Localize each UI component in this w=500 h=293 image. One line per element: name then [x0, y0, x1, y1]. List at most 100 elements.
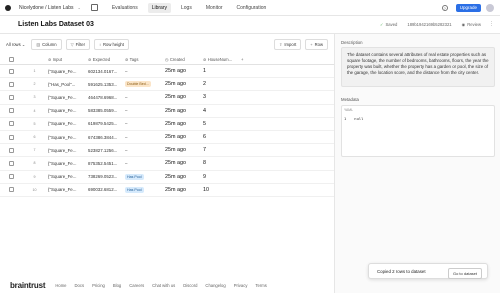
row-checkbox[interactable] — [9, 134, 14, 140]
review-button[interactable]: Review — [467, 22, 481, 27]
table-row[interactable]: 10 {"Square_Fe... 690032.6812... Has Poo… — [0, 184, 334, 197]
column-header-expected[interactable]: ⊘ Expected — [86, 57, 123, 62]
help-icon[interactable]: ? — [441, 4, 448, 11]
cell-tags[interactable]: – — [123, 161, 162, 166]
upgrade-button[interactable]: Upgrade — [455, 3, 481, 12]
avatar[interactable] — [486, 3, 494, 12]
cell-expected[interactable]: 523827.1256... — [86, 148, 123, 153]
home-icon[interactable] — [90, 4, 98, 11]
cell-tags[interactable]: Double Bed... — [123, 81, 162, 88]
footer-link-discord[interactable]: Discord — [183, 283, 197, 288]
cell-housenum[interactable]: 4 — [199, 108, 239, 114]
cell-housenum[interactable]: 5 — [199, 121, 239, 127]
cell-expected[interactable]: 674386.3844... — [86, 135, 123, 140]
table-row[interactable]: 2 {"Has_Pool"... 591625.1353... Double B… — [0, 78, 334, 92]
row-checkbox[interactable] — [9, 68, 14, 74]
cell-housenum[interactable]: 10 — [199, 187, 239, 193]
column-header-created[interactable]: ◷ Created — [162, 57, 199, 62]
select-all-cell[interactable] — [0, 57, 23, 62]
cell-housenum[interactable]: 8 — [199, 160, 239, 166]
cell-expected[interactable]: 619879.5425... — [86, 121, 123, 126]
table-row[interactable]: 7 {"Square_Fe... 523827.1256... – 25m ag… — [0, 144, 334, 158]
cell-housenum[interactable]: 1 — [199, 68, 239, 74]
logo-icon[interactable] — [5, 4, 11, 11]
more-options-icon[interactable]: ⋮ — [489, 21, 494, 27]
cell-housenum[interactable]: 6 — [199, 134, 239, 140]
row-select-cell[interactable] — [0, 160, 23, 166]
cell-input[interactable]: {"Square_Fe... — [46, 148, 86, 153]
table-row[interactable]: 9 {"Square_Fe... 738269.0523... Has Pool… — [0, 171, 334, 184]
rows-filter-select[interactable]: All rows ⌄ — [6, 42, 25, 47]
footer-link-careers[interactable]: Careers — [129, 283, 144, 288]
row-height-button[interactable]: ↕ Row height — [93, 39, 129, 50]
cell-input[interactable]: {"Square_Fe... — [46, 121, 86, 126]
table-row[interactable]: 1 {"Square_Fe... 602134.0167... – 25m ag… — [0, 65, 334, 79]
tag-badge[interactable]: Double Bed... — [125, 81, 151, 88]
row-checkbox[interactable] — [9, 121, 14, 127]
footer-link-docs[interactable]: Docs — [75, 283, 85, 288]
add-column-icon[interactable]: + — [239, 57, 259, 62]
table-row[interactable]: 8 {"Square_Fe... 875352.5451... – 25m ag… — [0, 157, 334, 171]
row-checkbox[interactable] — [9, 81, 14, 87]
footer-link-changelog[interactable]: Changelog — [205, 283, 225, 288]
table-row[interactable]: 5 {"Square_Fe... 619879.5425... – 25m ag… — [0, 118, 334, 131]
footer-brand-logo[interactable]: braintrust — [10, 281, 46, 290]
tab-monitor[interactable]: Monitor — [202, 3, 227, 13]
row-select-cell[interactable] — [0, 81, 23, 87]
column-header-tags[interactable]: ⊘ Tags — [123, 57, 162, 62]
cell-tags[interactable]: Has Pool — [123, 186, 162, 193]
metadata-editor[interactable]: YAML 1 null — [341, 105, 495, 157]
footer-link-terms[interactable]: Terms — [255, 283, 266, 288]
row-checkbox[interactable] — [9, 108, 14, 114]
row-checkbox[interactable] — [9, 174, 14, 180]
footer-link-pricing[interactable]: Pricing — [92, 283, 105, 288]
cell-tags[interactable]: – — [123, 148, 162, 153]
org-switcher[interactable]: Nicelydone / Listen Labs — [19, 5, 73, 11]
cell-tags[interactable]: – — [123, 69, 162, 74]
import-button[interactable]: ⇪ Import — [274, 39, 302, 50]
row-select-cell[interactable] — [0, 108, 23, 114]
dataset-id[interactable]: 189b1942169b5282321 — [407, 22, 451, 27]
row-checkbox[interactable] — [9, 147, 14, 153]
cell-tags[interactable]: – — [123, 95, 162, 100]
footer-link-blog[interactable]: Blog — [113, 283, 121, 288]
cell-tags[interactable]: Has Pool — [123, 173, 162, 180]
cell-housenum[interactable]: 9 — [199, 174, 239, 180]
cell-input[interactable]: {"Square_Fe... — [46, 187, 86, 192]
select-all-checkbox[interactable] — [9, 57, 14, 62]
footer-link-home[interactable]: Home — [55, 283, 66, 288]
tab-evaluations[interactable]: Evaluations — [108, 3, 142, 13]
cell-input[interactable]: {"Square_Fe... — [46, 161, 86, 166]
row-checkbox[interactable] — [9, 94, 14, 100]
filter-button[interactable]: ▽ Filter — [65, 39, 90, 50]
cell-input[interactable]: {"Square_Fe... — [46, 95, 86, 100]
row-select-cell[interactable] — [0, 174, 23, 180]
cell-housenum[interactable]: 7 — [199, 147, 239, 153]
tab-library[interactable]: Library — [147, 2, 171, 13]
row-select-cell[interactable] — [0, 94, 23, 100]
row-checkbox[interactable] — [9, 187, 14, 193]
row-checkbox[interactable] — [9, 160, 14, 166]
cell-housenum[interactable]: 3 — [199, 94, 239, 100]
table-row[interactable]: 6 {"Square_Fe... 674386.3844... – 25m ag… — [0, 131, 334, 145]
tag-badge[interactable]: Has Pool — [125, 186, 144, 193]
tab-logs[interactable]: Logs — [177, 3, 196, 13]
cell-tags[interactable]: – — [123, 121, 162, 126]
cell-expected[interactable]: 583385.0559... — [86, 108, 123, 113]
cell-input[interactable]: {"Has_Pool"... — [46, 82, 86, 87]
row-select-cell[interactable] — [0, 134, 23, 140]
cell-tags[interactable]: – — [123, 135, 162, 140]
cell-expected[interactable]: 464478.6968... — [86, 95, 123, 100]
go-to-dataset-button[interactable]: Go to dataset — [447, 267, 482, 279]
cell-expected[interactable]: 591625.1353... — [86, 82, 123, 87]
cell-input[interactable]: {"Square_Fe... — [46, 108, 86, 113]
cell-expected[interactable]: 690032.6812... — [86, 187, 123, 192]
footer-link-privacy[interactable]: Privacy — [234, 283, 248, 288]
cell-expected[interactable]: 602134.0167... — [86, 69, 123, 74]
column-header-housenum[interactable]: ⊘ HouseNum... — [199, 57, 239, 62]
cell-input[interactable]: {"Square_Fe... — [46, 174, 86, 179]
row-select-cell[interactable] — [0, 68, 23, 74]
chevron-down-icon[interactable]: ⌄ — [77, 5, 80, 10]
table-row[interactable]: 4 {"Square_Fe... 583385.0559... – 25m ag… — [0, 105, 334, 118]
cell-housenum[interactable]: 2 — [199, 81, 239, 87]
